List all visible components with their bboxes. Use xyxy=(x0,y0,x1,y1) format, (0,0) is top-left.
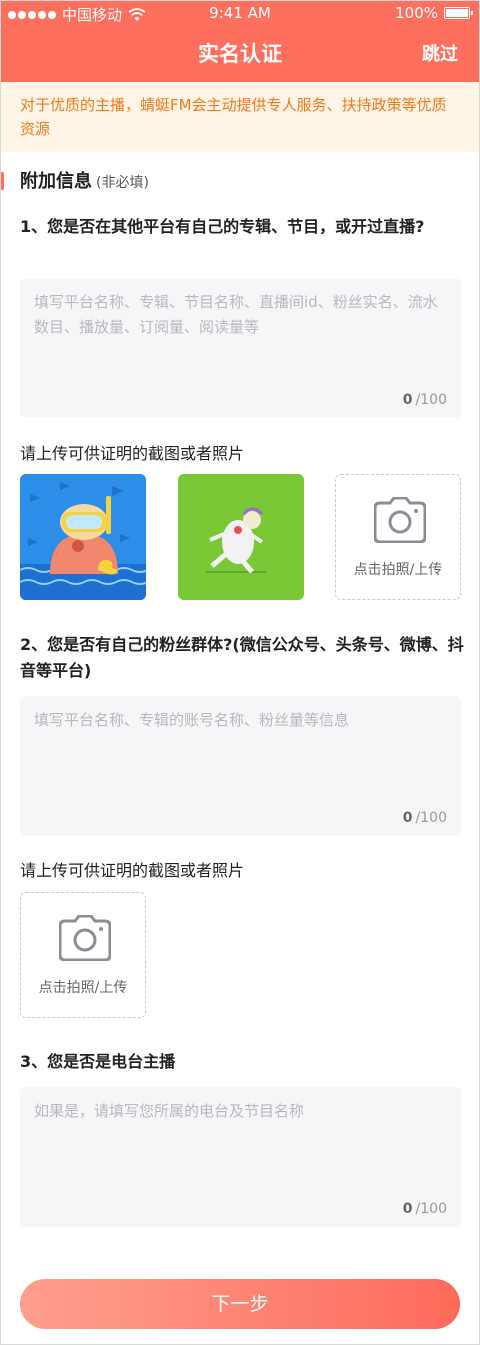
section-title-text: 附加信息 xyxy=(20,171,92,192)
q1-textarea[interactable]: 填写平台名称、专辑、节目名称、直播间id、粉丝实名、流水数目、播放量、订阅量、阅… xyxy=(20,278,461,418)
notice-banner: 对于优质的主播，蜻蜓FM会主动提供专人服务、扶持政策等优质资源 xyxy=(0,82,480,152)
q3-textarea[interactable]: 如果是，请填写您所属的电台及节目名称 0/100 xyxy=(20,1087,461,1227)
q1-upload-text: 点击拍照/上传 xyxy=(353,562,443,578)
uploaded-photo-diver[interactable] xyxy=(20,474,146,600)
runner-illustration xyxy=(178,474,304,600)
battery-icon xyxy=(444,7,473,19)
question-3: 3、您是否是电台主播 xyxy=(20,1052,176,1071)
q2-upload-button[interactable]: 点击拍照/上传 xyxy=(20,892,146,1018)
q1-upload-button[interactable]: 点击拍照/上传 xyxy=(335,474,461,600)
question-2: 2、您是否有自己的粉丝群体?(微信公众号、头条号、微博、抖音等平台) xyxy=(20,635,464,680)
section-accent-bar xyxy=(0,172,4,190)
q2-textarea[interactable]: 填写平台名称、专辑的账号名称、粉丝量等信息 0/100 xyxy=(20,696,461,836)
q1-char-count: 0/100 xyxy=(402,392,447,408)
q1-upload-label: 请上传可供证明的截图或者照片 xyxy=(20,444,245,463)
section-subtitle: (非必填) xyxy=(96,175,149,191)
q2-upload-label: 请上传可供证明的截图或者照片 xyxy=(20,861,245,880)
section-title: 附加信息 (非必填) xyxy=(20,167,149,193)
question-1: 1、您是否在其他平台有自己的专辑、节目，或开过直播? xyxy=(20,217,425,236)
q2-upload-text: 点击拍照/上传 xyxy=(38,980,128,996)
q3-placeholder: 如果是，请填写您所属的电台及节目名称 xyxy=(34,1102,305,1120)
uploaded-photo-runner[interactable] xyxy=(178,474,304,600)
camera-icon xyxy=(59,915,111,961)
q2-placeholder: 填写平台名称、专辑的账号名称、粉丝量等信息 xyxy=(34,711,350,729)
q3-char-count: 0/100 xyxy=(402,1201,447,1217)
battery-percent: 100% xyxy=(395,4,438,22)
q1-placeholder: 填写平台名称、专辑、节目名称、直播间id、粉丝实名、流水数目、播放量、订阅量、阅… xyxy=(34,293,438,336)
diver-illustration xyxy=(20,474,146,600)
header: 中国移动 9:41 AM 100% 实名认证 跳过 xyxy=(0,0,480,82)
skip-button[interactable]: 跳过 xyxy=(422,40,458,66)
page-title: 实名认证 xyxy=(198,42,282,66)
status-bar: 中国移动 9:41 AM 100% xyxy=(0,0,480,26)
q2-char-count: 0/100 xyxy=(402,810,447,826)
camera-icon xyxy=(374,497,426,543)
next-button[interactable]: 下一步 xyxy=(20,1279,460,1329)
